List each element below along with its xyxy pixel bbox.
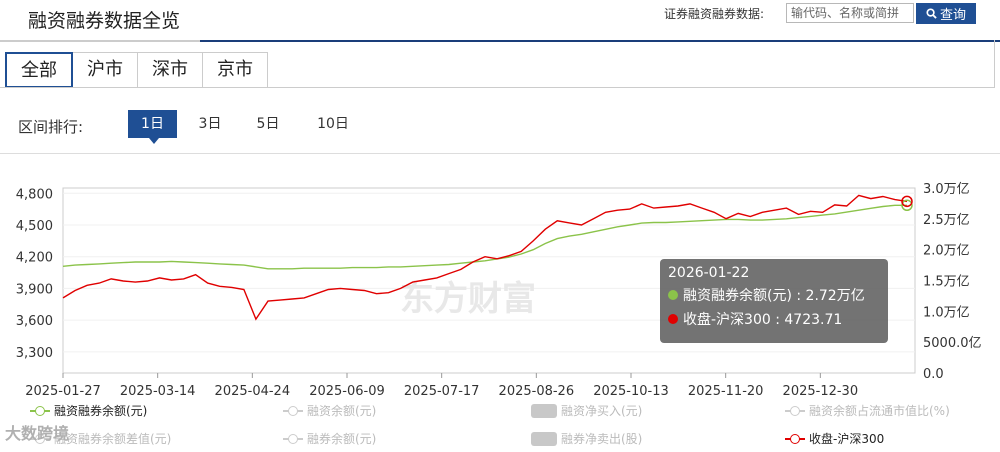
legend-financing-net-buy[interactable]: 融资净买入(元): [531, 402, 642, 419]
legend-line-icon: [283, 405, 303, 416]
title-rule-accent: [200, 40, 1000, 42]
y-left-tick-label: 4,500: [16, 219, 53, 234]
range-10d-button[interactable]: 10日: [308, 110, 358, 138]
legend-label: 融资融券余额(元): [54, 404, 148, 418]
x-tick-label: 2025-07-17: [404, 384, 480, 399]
legend-label: 融资融券余额差值(元): [54, 432, 172, 446]
x-tick-label: 2025-08-26: [499, 384, 575, 399]
tabs-right-border: [994, 40, 995, 88]
legend-line-icon: [785, 405, 805, 416]
range-3d-button[interactable]: 3日: [190, 110, 230, 138]
tab-all[interactable]: 全部: [5, 52, 73, 88]
tooltip-balance: 融资融券余额(元) : 2.72万亿: [683, 288, 865, 304]
legend-label: 收盘-沪深300: [809, 432, 885, 446]
y-right-tick-label: 1.0万亿: [923, 305, 970, 320]
range-caret: [149, 138, 159, 144]
legend-financing-balance[interactable]: 融资余额(元): [283, 402, 376, 419]
x-tick-label: 2025-10-13: [593, 384, 669, 399]
y-right-tick-label: 2.5万亿: [923, 213, 970, 228]
legend-line-icon: [30, 405, 50, 416]
x-tick-label: 2025-06-09: [309, 384, 385, 399]
tab-shenzhen[interactable]: 深市: [138, 52, 203, 88]
tooltip-row-close: 收盘-沪深300 : 4723.71: [668, 309, 880, 329]
section-divider: [0, 153, 1000, 154]
search-button-label: 查询: [939, 7, 966, 22]
legend-index-close[interactable]: 收盘-沪深300: [785, 430, 884, 447]
tooltip-row-balance: 融资融券余额(元) : 2.72万亿: [668, 285, 880, 305]
search-button[interactable]: 查询: [916, 3, 976, 24]
tabs-divider: [0, 87, 995, 88]
y-right-tick-label: 3.0万亿: [923, 182, 970, 197]
legend-balance[interactable]: 融资融券余额(元): [30, 402, 147, 419]
legend-label: 融券净卖出(股): [561, 432, 643, 446]
search-icon: [926, 8, 937, 19]
chart-tooltip: 2026-01-22 融资融券余额(元) : 2.72万亿 收盘-沪深300 :…: [660, 259, 888, 343]
market-tabs: 全部 沪市 深市 京市: [5, 52, 268, 88]
legend-label: 融资余额(元): [307, 404, 377, 418]
legend-line-icon: [283, 433, 303, 444]
y-left-tick-label: 3,900: [16, 282, 53, 297]
legend-box-icon: [531, 431, 557, 446]
footer-watermark: 大数跨境: [5, 424, 70, 443]
legend-line-icon: [785, 433, 805, 444]
legend-securities-net-sell[interactable]: 融券净卖出(股): [531, 430, 642, 447]
x-tick-label: 2025-04-24: [215, 384, 291, 399]
legend-label: 融资净买入(元): [561, 404, 643, 418]
legend-box-icon: [531, 403, 557, 418]
legend-label: 融券余额(元): [307, 432, 377, 446]
range-label: 区间排行:: [18, 118, 84, 136]
x-tick-label: 2025-11-20: [688, 384, 764, 399]
close-dot-icon: [668, 314, 678, 324]
tab-beijing[interactable]: 京市: [203, 52, 268, 88]
search-label: 证券融资融券数据:: [664, 7, 765, 21]
balance-dot-icon: [668, 290, 678, 300]
tooltip-close: 收盘-沪深300 : 4723.71: [683, 312, 843, 328]
range-1d-button[interactable]: 1日: [128, 110, 177, 138]
y-right-tick-label: 0.0: [923, 367, 944, 382]
legend-financing-ratio[interactable]: 融资余额占流通市值比(%): [785, 402, 950, 419]
tab-shanghai[interactable]: 沪市: [73, 52, 138, 88]
search-input[interactable]: [786, 3, 914, 23]
x-tick-label: 2025-12-30: [783, 384, 859, 399]
y-left-tick-label: 4,800: [16, 187, 53, 202]
legend-label: 融资余额占流通市值比(%): [809, 404, 950, 418]
x-tick-label: 2025-01-27: [25, 384, 101, 399]
y-right-tick-label: 1.5万亿: [923, 275, 970, 290]
x-tick-label: 2025-03-14: [120, 384, 196, 399]
y-right-tick-label: 5000.0亿: [923, 336, 982, 351]
y-left-tick-label: 3,300: [16, 346, 53, 361]
legend-securities-balance[interactable]: 融券余额(元): [283, 430, 376, 447]
y-left-tick-label: 3,600: [16, 314, 53, 329]
top-bar: 融资融券数据全览 证券融资融券数据: 查询: [0, 0, 1000, 42]
y-right-tick-label: 2.0万亿: [923, 244, 970, 259]
chart-watermark: 东方财富: [400, 279, 536, 319]
page-title: 融资融券数据全览: [28, 10, 181, 32]
y-left-tick-label: 4,200: [16, 251, 53, 266]
tooltip-date: 2026-01-22: [668, 265, 750, 281]
range-5d-button[interactable]: 5日: [248, 110, 288, 138]
